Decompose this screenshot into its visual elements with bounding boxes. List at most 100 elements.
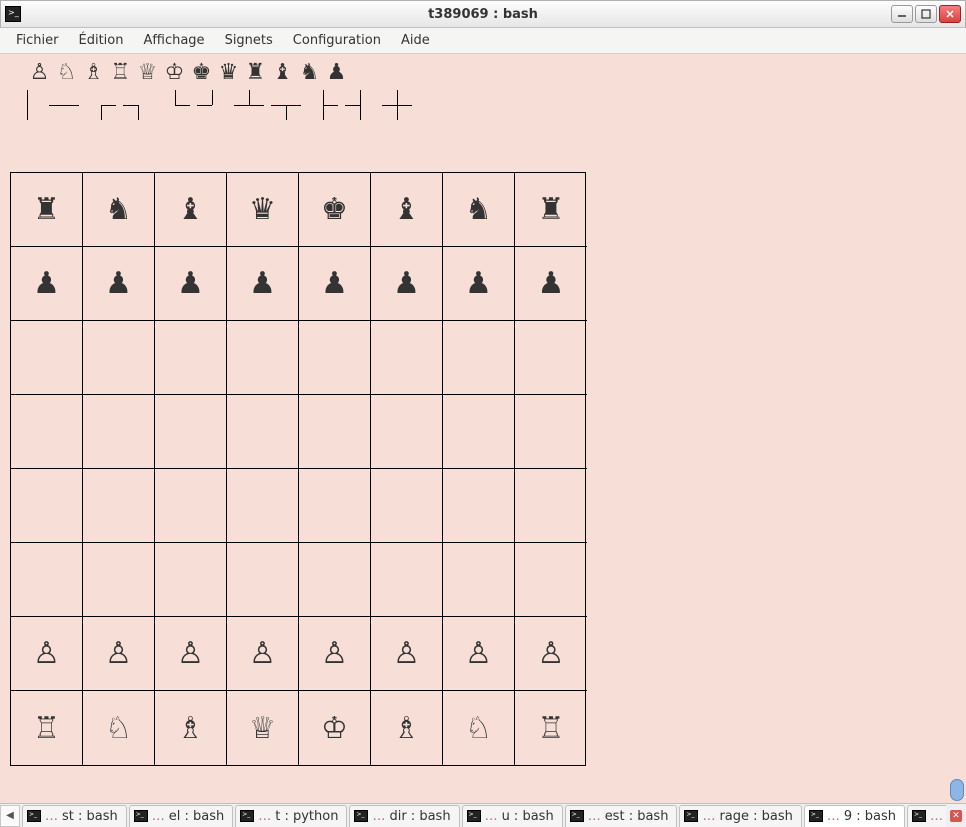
minimize-button[interactable] xyxy=(891,5,913,23)
menu-signets[interactable]: Signets xyxy=(215,29,283,52)
board-cell: ♜ xyxy=(515,173,587,247)
board-cell: ♙ xyxy=(83,617,155,691)
terminal-icon xyxy=(354,810,368,822)
tab[interactable]: …9 : bash xyxy=(804,805,905,827)
board-cell xyxy=(11,543,83,617)
palette-piece: ♜ xyxy=(242,62,269,84)
menu-affichage[interactable]: Affichage xyxy=(133,29,214,52)
tab-label: el : bash xyxy=(169,809,225,824)
board-cell: ♕ xyxy=(227,691,299,765)
tab-label: u : bash xyxy=(502,809,554,824)
tab-bar: ◀ …st : bash…el : bash…t : python…dir : … xyxy=(0,803,966,827)
tab-ellipsis: … xyxy=(588,809,601,824)
tab[interactable]: …dir : bash xyxy=(349,805,459,827)
box-glyph xyxy=(193,88,230,122)
board-cell: ♟ xyxy=(515,247,587,321)
tab[interactable]: …st : bash xyxy=(22,805,127,827)
tab-label: 9 : bash xyxy=(844,809,896,824)
board-cell xyxy=(443,321,515,395)
terminal-icon xyxy=(467,810,481,822)
menu-edition[interactable]: Édition xyxy=(69,29,134,52)
palette-piece: ♞ xyxy=(296,62,323,84)
board-cell: ♙ xyxy=(155,617,227,691)
terminal-view[interactable]: ♙♘♗♖♕♔♚♛♜♝♞♟ ♜♞♝♛♚♝♞♜♟♟♟♟♟♟♟♟♙♙♙♙♙♙♙♙♖♘♗… xyxy=(0,54,966,803)
terminal-icon xyxy=(684,810,698,822)
box-glyph xyxy=(156,88,193,122)
close-button[interactable] xyxy=(939,5,961,23)
box-glyph xyxy=(8,88,45,122)
board-cell: ♟ xyxy=(227,247,299,321)
board-cell xyxy=(515,395,587,469)
board-cell: ♙ xyxy=(11,617,83,691)
board-cell: ♟ xyxy=(83,247,155,321)
menu-configuration[interactable]: Configuration xyxy=(283,29,391,52)
scroll-thumb[interactable] xyxy=(950,779,964,801)
box-glyph xyxy=(341,88,378,122)
board-cell: ♘ xyxy=(443,691,515,765)
board-cell xyxy=(83,543,155,617)
tab-ellipsis: … xyxy=(45,809,58,824)
board-cell: ♞ xyxy=(83,173,155,247)
tab[interactable]: … el : bash xyxy=(129,805,234,827)
tab-label: est : bash xyxy=(605,809,669,824)
menu-fichier[interactable]: Fichier xyxy=(6,29,69,52)
tab-ellipsis: … xyxy=(372,809,385,824)
board-cell xyxy=(299,543,371,617)
board-cell xyxy=(371,395,443,469)
palette-piece: ♟ xyxy=(323,62,350,84)
board-cell xyxy=(443,395,515,469)
board-cell: ♟ xyxy=(299,247,371,321)
tab[interactable]: …9 : bash xyxy=(907,805,946,827)
board-cell xyxy=(371,321,443,395)
board-cell: ♙ xyxy=(371,617,443,691)
palette-piece: ♙ xyxy=(26,62,53,84)
titlebar: t389069 : bash xyxy=(0,0,966,28)
chess-board: ♜♞♝♛♚♝♞♜♟♟♟♟♟♟♟♟♙♙♙♙♙♙♙♙♖♘♗♕♔♗♘♖ xyxy=(10,172,586,766)
board-cell: ♟ xyxy=(155,247,227,321)
board-cell xyxy=(371,543,443,617)
box-glyph xyxy=(304,88,341,122)
tab[interactable]: …rage : bash xyxy=(679,805,801,827)
board-cell: ♙ xyxy=(515,617,587,691)
board-cell xyxy=(227,469,299,543)
tab-close-button[interactable]: ✕ xyxy=(946,805,966,827)
board-cell: ♗ xyxy=(371,691,443,765)
board-cell: ♖ xyxy=(515,691,587,765)
maximize-button[interactable] xyxy=(915,5,937,23)
tab[interactable]: …t : python xyxy=(235,805,347,827)
tab-ellipsis: … xyxy=(258,809,271,824)
box-glyph xyxy=(45,88,82,122)
palette-piece: ♔ xyxy=(161,62,188,84)
board-cell xyxy=(155,469,227,543)
board-cell xyxy=(155,395,227,469)
board-cell: ♙ xyxy=(227,617,299,691)
menu-aide[interactable]: Aide xyxy=(391,29,440,52)
board-cell xyxy=(83,395,155,469)
box-drawing-row xyxy=(0,84,966,122)
board-cell: ♞ xyxy=(443,173,515,247)
scrollbar[interactable] xyxy=(950,56,964,801)
minimize-icon xyxy=(897,9,907,19)
tab[interactable]: …u : bash xyxy=(462,805,563,827)
board-cell: ♛ xyxy=(227,173,299,247)
board-cell xyxy=(371,469,443,543)
palette-piece: ♘ xyxy=(53,62,80,84)
terminal-icon xyxy=(809,810,823,822)
board-cell xyxy=(299,321,371,395)
tab-scroll-left[interactable]: ◀ xyxy=(0,805,20,827)
board-cell xyxy=(227,395,299,469)
tab-ellipsis: … xyxy=(930,809,943,824)
window-controls xyxy=(891,5,961,23)
board-cell xyxy=(83,469,155,543)
menubar: Fichier Édition Affichage Signets Config… xyxy=(0,28,966,54)
board-cell: ♚ xyxy=(299,173,371,247)
tab[interactable]: … est : bash xyxy=(565,805,678,827)
tab-ellipsis: … xyxy=(152,809,165,824)
board-cell xyxy=(11,321,83,395)
board-cell xyxy=(299,395,371,469)
terminal-icon xyxy=(240,810,254,822)
board-cell xyxy=(515,469,587,543)
terminal-icon xyxy=(912,810,926,822)
terminal-icon xyxy=(27,810,41,822)
board-cell xyxy=(83,321,155,395)
